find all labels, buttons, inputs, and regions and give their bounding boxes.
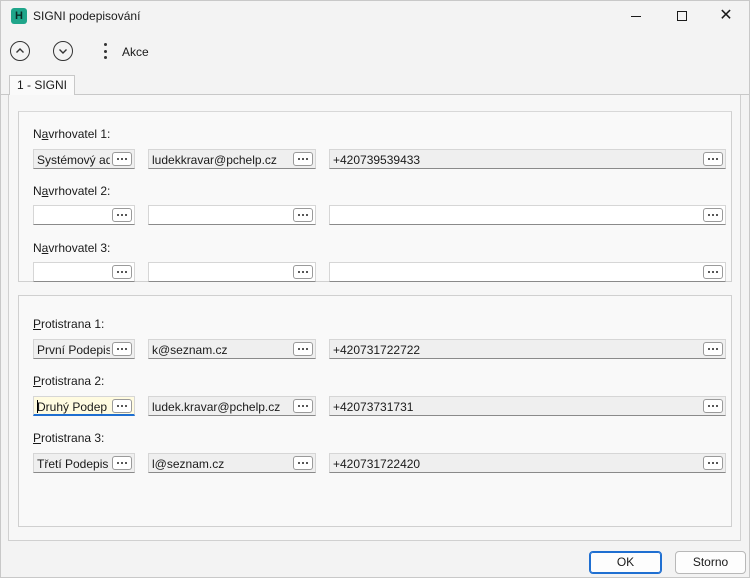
tab-panel: Navrhovatel 1: Systémový ad ludekkravar@…	[8, 95, 741, 541]
protistrana-3-phone-field[interactable]: +420731722420	[329, 453, 726, 473]
navrhovatel-3-email-field[interactable]	[148, 262, 316, 282]
browse-ellipsis-icon[interactable]	[112, 399, 132, 413]
navrhovatel-1-label: Navrhovatel 1:	[33, 127, 111, 141]
minimize-button[interactable]	[613, 1, 659, 31]
navrhovatel-2-phone-field[interactable]	[329, 205, 726, 225]
protistrana-1-email-field[interactable]: k@seznam.cz	[148, 339, 316, 359]
move-down-button[interactable]	[53, 41, 73, 61]
protistrana-3-name-field[interactable]: Třetí Podepis	[33, 453, 135, 473]
window-title: SIGNI podepisování	[33, 9, 141, 23]
chevron-down-icon	[59, 49, 67, 54]
browse-ellipsis-icon[interactable]	[703, 342, 723, 356]
protistrana-2-name-field[interactable]: Druhý Podep	[33, 396, 135, 416]
chevron-up-icon	[16, 48, 24, 53]
protistrana-2-phone-field[interactable]: +42073731731	[329, 396, 726, 416]
dialog-window: H SIGNI podepisování ✕ Akce 1 - SIGNI Na…	[0, 0, 750, 578]
navrhovatel-2-email-field[interactable]	[148, 205, 316, 225]
browse-ellipsis-icon[interactable]	[703, 208, 723, 222]
browse-ellipsis-icon[interactable]	[293, 208, 313, 222]
navrhovatel-1-phone-field[interactable]: +420739539433	[329, 149, 726, 169]
maximize-button[interactable]	[659, 1, 705, 31]
navrhovatel-2-name-field[interactable]	[33, 205, 135, 225]
browse-ellipsis-icon[interactable]	[293, 399, 313, 413]
more-options-icon[interactable]	[102, 43, 108, 59]
browse-ellipsis-icon[interactable]	[293, 456, 313, 470]
tab-signi[interactable]: 1 - SIGNI	[9, 75, 76, 96]
navrhovatel-1-name-field[interactable]: Systémový ad	[33, 149, 135, 169]
browse-ellipsis-icon[interactable]	[703, 265, 723, 279]
browse-ellipsis-icon[interactable]	[703, 152, 723, 166]
protistrana-2-label: Protistrana 2:	[33, 374, 105, 388]
navrhovatel-group: Navrhovatel 1: Systémový ad ludekkravar@…	[18, 111, 732, 282]
app-logo-icon: H	[11, 8, 27, 24]
browse-ellipsis-icon[interactable]	[112, 342, 132, 356]
close-icon: ✕	[719, 7, 733, 24]
toolbar: Akce	[1, 35, 749, 71]
ok-button[interactable]: OK	[589, 551, 662, 574]
protistrana-2-email-field[interactable]: ludek.kravar@pchelp.cz	[148, 396, 316, 416]
navrhovatel-3-phone-field[interactable]	[329, 262, 726, 282]
tab-strip: 1 - SIGNI	[1, 73, 749, 96]
browse-ellipsis-icon[interactable]	[112, 208, 132, 222]
protistrana-group: Protistrana 1: První Podepis k@seznam.cz…	[18, 295, 732, 527]
actions-menu-button[interactable]: Akce	[122, 45, 149, 59]
browse-ellipsis-icon[interactable]	[703, 456, 723, 470]
browse-ellipsis-icon[interactable]	[112, 152, 132, 166]
protistrana-3-email-field[interactable]: l@seznam.cz	[148, 453, 316, 473]
minimize-icon	[631, 15, 641, 17]
navrhovatel-2-label: Navrhovatel 2:	[33, 184, 111, 198]
browse-ellipsis-icon[interactable]	[703, 399, 723, 413]
protistrana-1-name-field[interactable]: První Podepis	[33, 339, 135, 359]
navrhovatel-3-label: Navrhovatel 3:	[33, 241, 111, 255]
move-up-button[interactable]	[10, 41, 30, 61]
navrhovatel-3-name-field[interactable]	[33, 262, 135, 282]
browse-ellipsis-icon[interactable]	[112, 456, 132, 470]
browse-ellipsis-icon[interactable]	[112, 265, 132, 279]
protistrana-1-label: Protistrana 1:	[33, 317, 105, 331]
maximize-icon	[677, 11, 687, 21]
title-bar[interactable]: H SIGNI podepisování ✕	[1, 1, 749, 31]
navrhovatel-1-email-field[interactable]: ludekkravar@pchelp.cz	[148, 149, 316, 169]
browse-ellipsis-icon[interactable]	[293, 152, 313, 166]
browse-ellipsis-icon[interactable]	[293, 342, 313, 356]
protistrana-3-label: Protistrana 3:	[33, 431, 105, 445]
browse-ellipsis-icon[interactable]	[293, 265, 313, 279]
close-button[interactable]: ✕	[703, 1, 749, 31]
cancel-button[interactable]: Storno	[675, 551, 746, 574]
protistrana-1-phone-field[interactable]: +420731722722	[329, 339, 726, 359]
